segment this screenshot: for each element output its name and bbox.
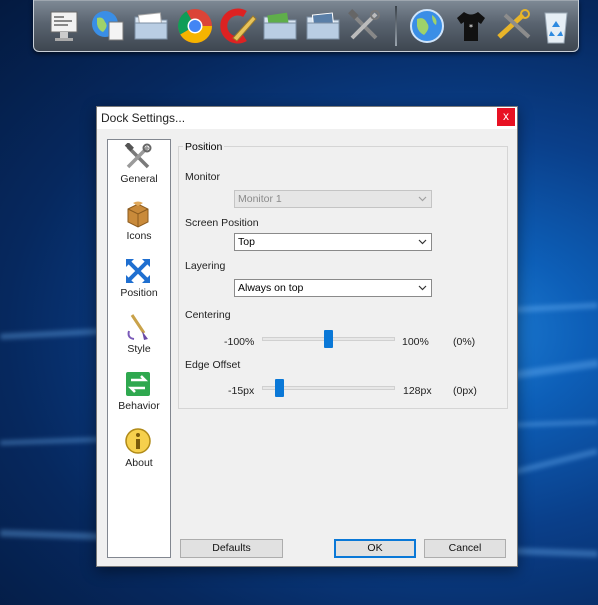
screen-position-select[interactable]: Top — [234, 233, 432, 251]
nav-item-icons[interactable]: Icons — [108, 199, 170, 251]
layering-label: Layering — [185, 260, 226, 272]
dock-settings-dialog: Dock Settings... x General Icons Positio… — [96, 106, 518, 567]
edge-offset-slider-thumb[interactable] — [275, 379, 285, 397]
group-title: Position — [183, 141, 225, 153]
recycle-bin-icon[interactable] — [535, 5, 577, 47]
close-button[interactable]: x — [497, 108, 515, 126]
folder-icon[interactable] — [130, 5, 172, 47]
screen-position-value: Top — [238, 236, 255, 248]
nav-label-style: Style — [127, 343, 151, 355]
pictures-folder-icon[interactable] — [302, 5, 344, 47]
centering-min: -100% — [224, 336, 255, 348]
nav-item-position[interactable]: Position — [108, 256, 170, 308]
edge-offset-current: (0px) — [453, 385, 477, 397]
nav-item-general[interactable]: General — [108, 142, 170, 194]
settings-nav: General Icons Position Style Behavior Ab… — [107, 139, 171, 558]
centering-slider-thumb[interactable] — [324, 330, 333, 348]
edge-offset-max: 128px — [403, 385, 432, 397]
chevron-down-icon — [415, 235, 429, 249]
title-bar[interactable]: Dock Settings... x — [97, 107, 517, 129]
monitor-select: Monitor 1 — [234, 190, 432, 208]
screen-position-label: Screen Position — [185, 217, 259, 229]
nav-label-position: Position — [120, 287, 158, 299]
nav-item-behavior[interactable]: Behavior — [108, 369, 170, 421]
ok-button[interactable]: OK — [334, 539, 416, 558]
nav-label-about: About — [125, 457, 153, 469]
nav-label-icons: Icons — [126, 230, 152, 242]
chevron-down-icon — [415, 281, 429, 295]
monitor-value: Monitor 1 — [238, 193, 282, 205]
move-arrows-icon — [123, 256, 153, 286]
nav-label-general: General — [120, 173, 158, 185]
chevron-down-icon — [415, 192, 429, 206]
edge-offset-label: Edge Offset — [185, 359, 241, 371]
info-icon — [123, 426, 153, 456]
centering-max: 100% — [402, 336, 429, 348]
green-folder-icon[interactable] — [259, 5, 301, 47]
nav-item-style[interactable]: Style — [108, 312, 170, 364]
box-icon — [123, 199, 153, 229]
monitor-label: Monitor — [185, 171, 221, 183]
chrome-icon[interactable] — [174, 5, 216, 47]
exchange-icon — [123, 369, 153, 399]
cancel-button[interactable]: Cancel — [424, 539, 506, 558]
dock-separator — [395, 6, 397, 46]
web-icon[interactable] — [86, 5, 128, 47]
centering-label: Centering — [185, 309, 231, 321]
dialog-title: Dock Settings... — [101, 111, 186, 125]
edge-offset-min: -15px — [228, 385, 255, 397]
nav-label-behavior: Behavior — [118, 400, 160, 412]
nav-item-about[interactable]: About — [108, 426, 170, 478]
settings-tools-icon[interactable] — [493, 5, 535, 47]
tshirt-icon[interactable]: * — [450, 5, 492, 47]
dock-bar: * — [33, 0, 579, 52]
tools-icon[interactable] — [343, 5, 385, 47]
svg-text:*: * — [469, 23, 473, 32]
ccleaner-icon[interactable] — [217, 5, 259, 47]
position-group: Position Monitor Monitor 1 Screen Positi… — [178, 141, 508, 409]
layering-value: Always on top — [238, 282, 304, 294]
paintbrush-icon — [123, 312, 153, 342]
centering-current: (0%) — [453, 336, 476, 348]
layering-select[interactable]: Always on top — [234, 279, 432, 297]
defaults-button[interactable]: Defaults — [180, 539, 283, 558]
document-icon[interactable] — [44, 5, 86, 47]
tools-icon — [123, 142, 153, 172]
globe-icon[interactable] — [406, 5, 448, 47]
